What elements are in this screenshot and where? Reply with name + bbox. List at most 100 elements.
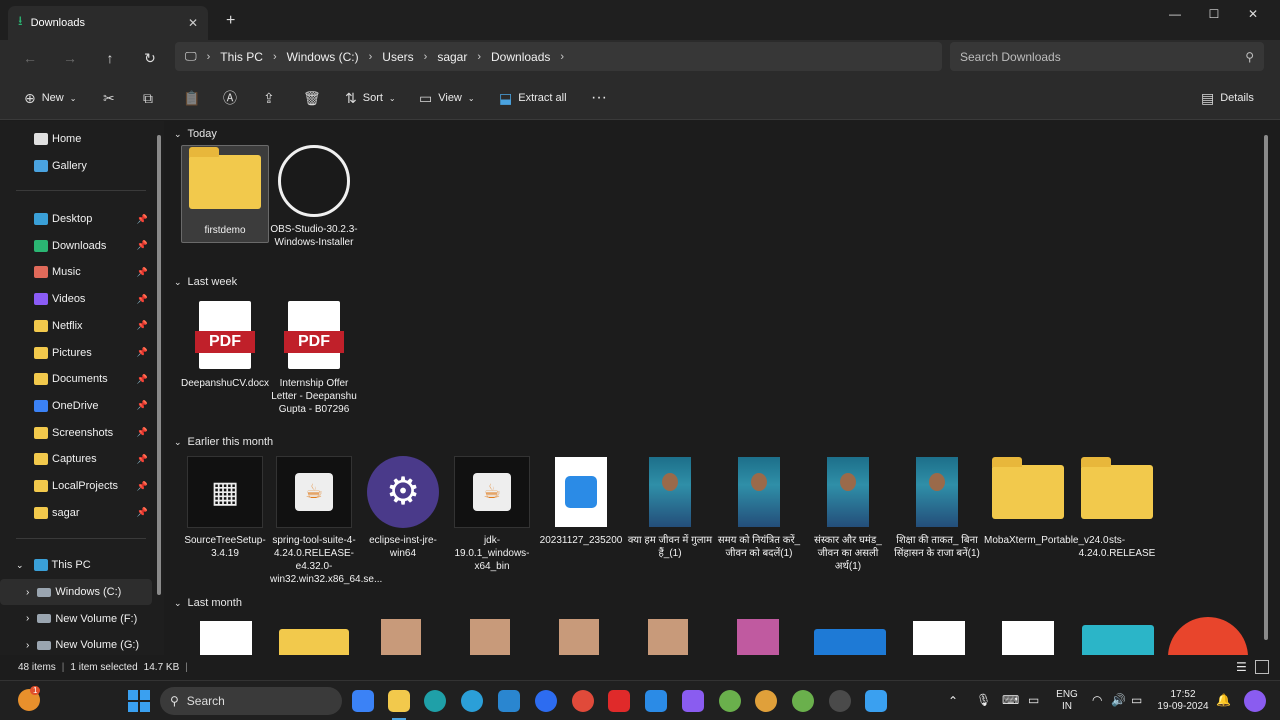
file-item[interactable]: MobaXterm_Portable_v24.0 xyxy=(984,456,1109,547)
search-input[interactable]: Search Downloads ⚲ xyxy=(950,42,1264,71)
tab-downloads[interactable]: ⭳ Downloads ✕ xyxy=(8,6,208,40)
clock[interactable]: 17:52 19-09-2024 xyxy=(1154,689,1212,713)
maximize-button[interactable]: ☐ xyxy=(1199,4,1229,24)
wifi-icon[interactable]: ◠ xyxy=(1092,694,1102,706)
chevron-up-icon[interactable]: ⌃ xyxy=(948,695,958,707)
minimize-button[interactable]: — xyxy=(1160,4,1190,24)
file-item[interactable]: 20231127_235200 xyxy=(537,456,625,547)
breadcrumb-windows-c[interactable]: Windows (C:) xyxy=(287,50,359,64)
file-item[interactable]: PDF DeepanshuCV.docx xyxy=(181,299,269,390)
document-icon[interactable] xyxy=(1002,621,1054,655)
copy-button[interactable]: ⧉ xyxy=(143,88,153,108)
new-button[interactable]: ⊕ New ⌄ xyxy=(24,88,76,108)
battery-icon[interactable]: ▭ xyxy=(1131,694,1142,706)
youtube-icon[interactable] xyxy=(608,690,630,712)
store-icon[interactable] xyxy=(352,690,374,712)
video-thumbnail[interactable] xyxy=(737,619,779,655)
sidebar-item-home[interactable]: Home xyxy=(0,126,152,152)
chrome-icon[interactable] xyxy=(755,690,777,712)
sidebar-item-onedrive[interactable]: OneDrive 📌 xyxy=(0,393,152,419)
edge-icon[interactable] xyxy=(424,690,446,712)
cut-button[interactable]: ✂ xyxy=(103,88,115,108)
app-icon[interactable] xyxy=(1082,625,1154,655)
sort-button[interactable]: ⇅ Sort ⌄ xyxy=(345,88,396,108)
language-indicator[interactable]: ENG IN xyxy=(1054,689,1080,713)
document-icon[interactable] xyxy=(200,621,252,655)
up-button[interactable]: ↑ xyxy=(98,47,122,69)
close-window-button[interactable]: ✕ xyxy=(1238,4,1268,24)
video-thumbnail[interactable] xyxy=(470,619,510,655)
more-options-button[interactable]: ··· xyxy=(591,88,607,108)
postman-icon[interactable] xyxy=(1168,617,1248,655)
sidebar-item-documents[interactable]: Documents 📌 xyxy=(0,366,152,392)
file-item[interactable]: शिक्षा की ताकत_ बिना सिंहासन के राजा बने… xyxy=(893,456,981,560)
forward-button[interactable]: → xyxy=(58,47,82,69)
video-thumbnail[interactable] xyxy=(648,619,688,655)
app-icon[interactable] xyxy=(498,690,520,712)
content-scrollbar[interactable] xyxy=(1264,135,1268,640)
breadcrumb-downloads[interactable]: Downloads xyxy=(491,50,550,64)
chrome-icon[interactable] xyxy=(572,690,594,712)
view-button[interactable]: ▭ View ⌄ xyxy=(419,88,475,108)
keyboard-icon[interactable]: ⌨ xyxy=(1002,694,1019,706)
close-tab-icon[interactable]: ✕ xyxy=(188,16,198,30)
details-button[interactable]: ▤ Details xyxy=(1201,88,1254,108)
video-thumbnail[interactable] xyxy=(381,619,421,655)
taskbar-search[interactable]: ⚲ Search xyxy=(160,687,342,715)
delete-button[interactable]: 🗑 xyxy=(303,88,321,108)
folder-icon[interactable] xyxy=(814,629,886,655)
volume-icon[interactable]: 🔊 xyxy=(1111,694,1126,706)
sidebar-item-netflix[interactable]: Netflix 📌 xyxy=(0,313,152,339)
paste-button[interactable]: 📋 xyxy=(183,88,200,108)
file-item[interactable]: firstdemo xyxy=(181,145,269,243)
new-tab-button[interactable]: + xyxy=(226,12,235,30)
breadcrumb-users[interactable]: Users xyxy=(382,50,413,64)
group-header-last-month[interactable]: ⌄ Last month xyxy=(174,597,242,609)
sidebar-item-desktop[interactable]: Desktop 📌 xyxy=(0,206,152,232)
file-item[interactable]: ☕ spring-tool-suite-4-4.24.0.RELEASE-e4.… xyxy=(270,456,382,586)
file-item[interactable]: sts-4.24.0.RELEASE xyxy=(1073,456,1161,560)
file-item[interactable]: ⚙ eclipse-inst-jre-win64 xyxy=(359,456,447,560)
breadcrumb-this-pc[interactable]: This PC xyxy=(220,50,263,64)
back-button[interactable]: ← xyxy=(18,47,42,69)
group-header-today[interactable]: ⌄ Today xyxy=(174,128,217,140)
folder-icon[interactable] xyxy=(279,629,349,655)
sidebar-item-music[interactable]: Music 📌 xyxy=(0,259,152,285)
details-view-icon[interactable]: ☰ xyxy=(1236,660,1247,674)
spring-icon[interactable] xyxy=(719,690,741,712)
sidebar-item-captures[interactable]: Captures 📌 xyxy=(0,446,152,472)
display-icon[interactable]: ▭ xyxy=(1028,694,1039,706)
document-icon[interactable] xyxy=(913,621,965,655)
file-item[interactable]: समय को नियंत्रित करें_ जीवन को बदलें(1) xyxy=(715,456,803,560)
sidebar-item-gallery[interactable]: Gallery xyxy=(0,153,152,179)
edge-dev-icon[interactable] xyxy=(461,690,483,712)
sidebar-item-screenshots[interactable]: Screenshots 📌 xyxy=(0,420,152,446)
obs-icon[interactable] xyxy=(829,690,851,712)
vscode-icon[interactable] xyxy=(645,690,667,712)
video-thumbnail[interactable] xyxy=(559,619,599,655)
address-bar[interactable]: 🖵 › This PC › Windows (C:) › Users › sag… xyxy=(175,42,942,71)
notepad-icon[interactable] xyxy=(865,690,887,712)
sidebar-item-this-pc[interactable]: ⌄ This PC xyxy=(0,552,152,578)
file-explorer-icon[interactable] xyxy=(388,690,410,712)
share-button[interactable]: ⇪ xyxy=(263,88,275,108)
file-item[interactable]: OBS-Studio-30.2.3-Windows-Installer xyxy=(270,145,358,249)
chevron-right-icon[interactable]: › xyxy=(560,51,564,63)
sidebar-item-videos[interactable]: Videos 📌 xyxy=(0,286,152,312)
tiles-view-icon[interactable] xyxy=(1255,660,1269,674)
copilot-icon[interactable] xyxy=(1244,690,1266,712)
sidebar-item-drive[interactable]: › Windows (C:) xyxy=(0,579,152,605)
group-header-last-week[interactable]: ⌄ Last week xyxy=(174,276,237,288)
microphone-icon[interactable]: 🎙 xyxy=(976,694,991,706)
extract-all-button[interactable]: ⬓ Extract all xyxy=(499,88,567,108)
file-item[interactable]: संस्कार और घमंड_ जीवन का असली अर्थ(1) xyxy=(804,456,892,573)
copilot-icon[interactable] xyxy=(682,690,704,712)
file-item[interactable]: ☕ jdk-19.0.1_windows-x64_bin xyxy=(448,456,536,573)
refresh-button[interactable]: ↻ xyxy=(138,47,162,69)
sidebar-item-localprojects[interactable]: LocalProjects 📌 xyxy=(0,473,152,499)
sidebar-item-sagar[interactable]: sagar 📌 xyxy=(0,500,152,526)
sidebar-item-downloads[interactable]: Downloads 📌 xyxy=(0,233,152,259)
breadcrumb-sagar[interactable]: sagar xyxy=(437,50,467,64)
start-button[interactable] xyxy=(128,690,150,712)
spring-icon[interactable] xyxy=(792,690,814,712)
